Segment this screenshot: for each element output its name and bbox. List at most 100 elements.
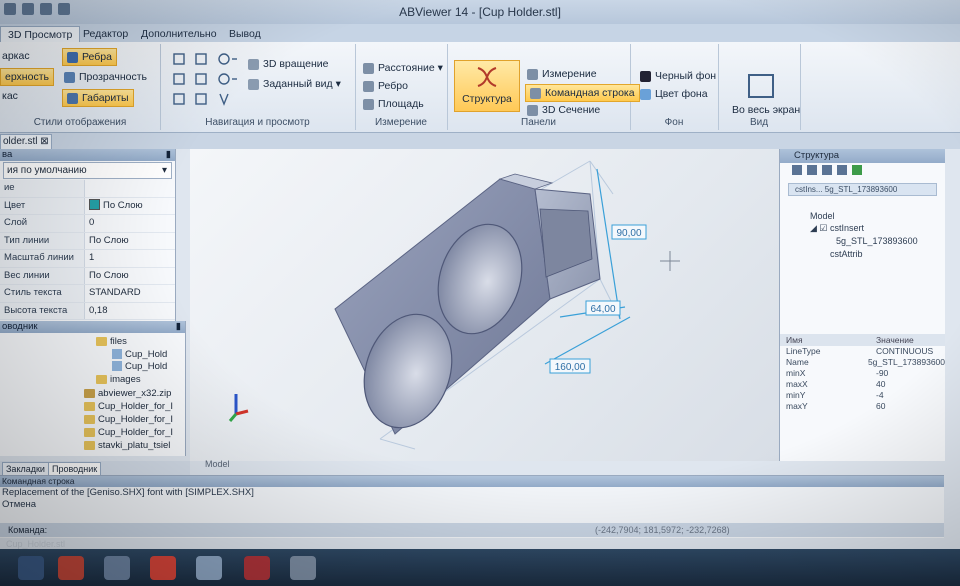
tree-item-folder[interactable]: images [96,374,141,386]
close-icon[interactable]: ⊠ [40,136,48,147]
property-row[interactable]: Масштаб линии 1 [0,250,175,268]
edge-measure-button[interactable]: Ребро [363,78,408,94]
command-line-icon [530,87,541,99]
yandex-taskbar-icon[interactable] [150,556,176,580]
property-row[interactable]: Цвет По Слою [0,197,175,215]
properties-panel: ва ▮ ия по умолчанию ▾ ие Цвет По Слою Слой… [0,149,176,321]
save-icon[interactable] [837,165,847,175]
background-color-button[interactable]: Цвет фона [640,86,708,102]
title-bar: ABViewer 14 - [Cup Holder.stl] [0,0,960,24]
folder-icon [96,336,107,346]
tab-explorer[interactable]: Проводник [48,462,102,476]
3d-section-button[interactable]: 3D Сечение [527,102,600,118]
property-row[interactable]: Слой 0 [0,215,175,233]
structure-panel: Структура cstIns... 5g_STL_173893600 Mod… [779,149,945,461]
entity-properties-table: Имя Значение LineType CONTINUOUS Name 5g_ST… [780,334,945,412]
preset-view-button[interactable]: Заданный вид ▾ [248,76,341,92]
browser-taskbar-icon[interactable] [58,556,84,580]
cell-value: -4 [876,390,884,400]
transparency-button[interactable]: Прозрачность [64,69,147,85]
background-color-label: Цвет фона [655,88,708,100]
app-taskbar-icon[interactable] [104,556,130,580]
black-bg-icon [640,70,651,82]
table-row[interactable]: maxX 40 [780,379,945,390]
tree-item-file[interactable]: Cup_Hold [112,361,167,373]
property-row[interactable]: Тип линии По Слою [0,232,175,250]
table-row[interactable]: LineType CONTINUOUS [780,346,945,357]
tab-advanced[interactable]: Дополнительно [134,26,224,42]
structure-button[interactable]: Структура [454,60,520,112]
tree-node-stl[interactable]: 5g_STL_173893600 [836,236,918,247]
viewer-taskbar-icon[interactable] [244,556,270,580]
measurement-panel-button[interactable]: Измерение [527,66,597,82]
properties-combo[interactable]: ия по умолчанию ▾ [3,162,172,179]
command-output-line: Replacement of the [Geniso.SHX] font wit… [2,487,254,498]
properties-section: ие [0,180,175,198]
edges-label: Ребра [82,51,112,63]
expand-icon[interactable]: ◢ ☑ [810,223,830,233]
cell-name: maxX [786,379,808,389]
fullscreen-label[interactable]: Во весь экран [732,102,800,118]
cell-value: -90 [876,368,889,378]
property-row[interactable]: Стиль текста STANDARD [0,285,175,303]
media-taskbar-icon[interactable] [196,556,222,580]
cell-name: LineType [786,346,821,356]
command-prompt[interactable]: Команда: [8,523,47,537]
property-row[interactable]: Вес линии По Слою [0,267,175,285]
property-value: 0,18 [89,304,108,316]
fullscreen-icon[interactable] [748,74,774,98]
frame-button[interactable]: кас [2,88,18,104]
tab-bookmarks[interactable]: Закладки [2,462,49,476]
tree-node-model[interactable]: Model [810,211,835,222]
distance-label: Расстояние [378,62,435,74]
table-row[interactable]: Name 5g_STL_173893600 [780,357,945,368]
model-tab-label[interactable]: Model [205,459,230,469]
property-row[interactable]: Высота текста 0,18 [0,302,175,320]
3d-rotate-button[interactable]: 3D вращение [248,56,328,72]
start-button[interactable] [18,556,44,580]
status-document-name: Cup_Holder.stl [6,539,66,549]
table-row[interactable]: minY -4 [780,390,945,401]
distance-button[interactable]: Расстояние ▾ [363,60,443,76]
group-label-display-styles: Стили отображения [33,117,127,128]
property-key: Слой [0,215,85,232]
tree-item-label: Cup_Hold [125,361,168,372]
edges-button[interactable]: Ребра [62,48,117,66]
cell-name: minX [786,368,806,378]
model-view[interactable]: 90,00 64,00 160,00 [190,149,779,461]
area-button[interactable]: Площадь [363,96,424,112]
tree-item-folder[interactable]: Cup_Holder_for_I [84,427,173,439]
tree-item-folder[interactable]: files [96,336,127,348]
structure-selector[interactable]: cstIns... 5g_STL_173893600 [788,183,937,196]
tab-editor[interactable]: Редактор [76,26,135,42]
list-icon[interactable] [807,165,817,175]
tree-node-insert[interactable]: ◢ ☑ cstInsert [810,223,864,234]
tree-item-label: Cup_Hold [125,349,168,360]
pin-icon[interactable]: ▮ [166,149,171,161]
expand-icon[interactable] [792,165,802,175]
explorer-taskbar-icon[interactable] [290,556,316,580]
black-background-button[interactable]: Черный фон [640,68,716,84]
tree-item-folder[interactable]: stavki_platu_tsiel [84,440,170,452]
tree-node-attrib[interactable]: cstAttrib [830,249,863,260]
refresh-icon[interactable] [852,165,862,175]
bounds-button[interactable]: Габариты [62,89,134,107]
tree-item-folder[interactable]: Cup_Holder_for_I [84,414,173,426]
measurement-panel-label: Измерение [542,68,597,80]
command-line-button[interactable]: Командная строка [525,84,640,102]
table-row[interactable]: minX -90 [780,368,945,379]
table-row[interactable]: maxY 60 [780,401,945,412]
table-icon[interactable] [822,165,832,175]
surface-button[interactable]: ерхность [0,68,54,86]
bounds-label: Габариты [82,92,129,104]
tree-item-folder[interactable]: Cup_Holder_for_I [84,401,173,413]
tree-item-file[interactable]: Cup_Hold [112,349,167,361]
tab-output[interactable]: Вывод [222,26,268,42]
tree-item-file[interactable]: abviewer_x32.zip [84,388,171,400]
pin-icon[interactable]: ▮ [176,321,181,333]
3d-viewport[interactable]: 90,00 64,00 160,00 [190,149,779,461]
table-header: Имя Значение [780,334,945,346]
tab-3d-view[interactable]: 3D Просмотр [0,26,81,43]
wireframe-button[interactable]: аркас [2,48,30,64]
navigation-icons[interactable] [172,52,252,108]
